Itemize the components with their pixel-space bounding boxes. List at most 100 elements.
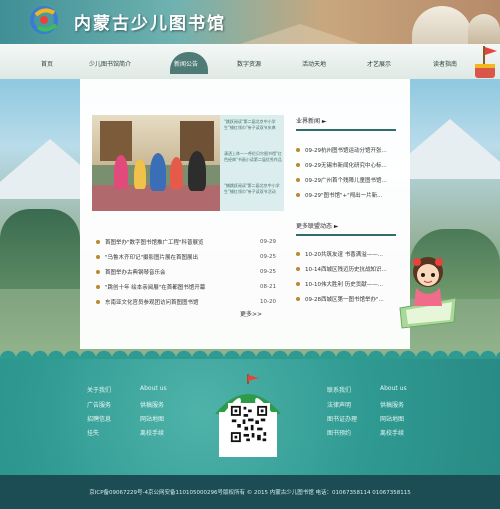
qr-code-icon[interactable] bbox=[228, 403, 270, 445]
bullet-icon bbox=[296, 281, 300, 286]
footer-link[interactable]: 离校手续 bbox=[380, 428, 404, 437]
report-item[interactable]: 09-28西城区第一图书馆举办"... bbox=[296, 291, 404, 306]
news-date: 09-29 bbox=[260, 238, 276, 245]
news-date: 09-25 bbox=[260, 253, 276, 260]
news-date: 08-21 bbox=[260, 283, 276, 290]
footer-link[interactable]: 关于我们 bbox=[87, 385, 111, 394]
industry-news-item[interactable]: 09-29杭州图书馆运动分馆开张... bbox=[296, 142, 404, 157]
footer-link[interactable]: 广告服务 bbox=[87, 400, 111, 409]
news-item[interactable]: 首图举办"数字图书馆推广工程"科普展览 09-29 bbox=[96, 234, 276, 249]
bullet-icon bbox=[96, 284, 100, 289]
flag-decoration-icon bbox=[475, 46, 497, 78]
site-title[interactable]: 内蒙古少儿图书馆 bbox=[74, 9, 226, 34]
photo-child bbox=[134, 159, 146, 189]
report-title-text[interactable]: 10-10伟大胜利 历史贡献——... bbox=[305, 280, 404, 288]
nav-item-home[interactable]: 首页 bbox=[41, 59, 53, 68]
mountain-decoration bbox=[240, 24, 360, 44]
report-title-text[interactable]: 09-28西城区第一图书馆举办"... bbox=[305, 295, 404, 303]
footer-link[interactable]: 供稿服务 bbox=[380, 400, 404, 409]
nav-item-about[interactable]: 少儿图书馆简介 bbox=[89, 59, 131, 68]
report-item[interactable]: 10-10伟大胜利 历史贡献——... bbox=[296, 276, 404, 291]
feature-caption[interactable]: 潇洒上阵——呼伦贝尔图书馆"红色经典"书画小读第二届优秀作品 bbox=[224, 151, 282, 163]
news-title[interactable]: "乌鲁木齐印记"摄影图片展在首图展出 bbox=[105, 253, 245, 261]
main-nav: 首页 少儿图书馆简介 新闻公告 数字资源 活动天地 才艺展示 读者指南 bbox=[0, 44, 500, 79]
nav-item-guide[interactable]: 读者指南 bbox=[433, 59, 457, 68]
industry-news-title-text[interactable]: 09-29广州首个残障儿童图书馆... bbox=[305, 176, 404, 184]
bullet-icon bbox=[96, 239, 100, 244]
library-logo-icon[interactable] bbox=[30, 5, 64, 35]
photo-adult bbox=[188, 151, 206, 191]
news-item[interactable]: 首图举办古典钢琴音乐会 09-25 bbox=[96, 264, 276, 279]
site-header: 内蒙古少儿图书馆 bbox=[0, 0, 500, 44]
more-reports-list: 10-20共筑友谊 书香满溢——... 10-14西城区残迈历史抗战知识... … bbox=[296, 246, 404, 306]
photo-child bbox=[114, 155, 128, 189]
forest-left bbox=[0, 209, 80, 289]
footer-link[interactable]: About us bbox=[140, 385, 167, 392]
bullet-icon bbox=[96, 269, 100, 274]
girl-reading-mascot-icon bbox=[399, 257, 457, 329]
photo-child bbox=[150, 153, 166, 191]
nav-item-news[interactable]: 新闻公告 bbox=[174, 59, 198, 68]
news-list: 首图举办"数字图书馆推广工程"科普展览 09-29 "乌鲁木齐印记"摄影图片展在… bbox=[96, 234, 276, 309]
yurt-decoration bbox=[412, 6, 472, 44]
main-content-panel: "跳跃阅读"第二届北京中小学生"捕红领巾"亲子读双节庆典 潇洒上阵——呼伦贝尔图… bbox=[80, 79, 410, 349]
footer-link[interactable]: 挂失 bbox=[87, 428, 99, 437]
industry-news-list: 09-29杭州图书馆运动分馆开张... 09-29无锡市新闻化研究中心标... … bbox=[296, 142, 404, 202]
footer-link[interactable]: 网站地图 bbox=[380, 414, 404, 423]
bullet-icon bbox=[296, 296, 300, 301]
footer-link[interactable]: 图书预约 bbox=[327, 428, 351, 437]
bullet-icon bbox=[296, 192, 300, 197]
feature-caption[interactable]: "捕跳跃阅读"第二届北京中小学生"捕红领巾"亲子读双节活动 bbox=[224, 183, 282, 195]
news-title[interactable]: 东南亚文化官员参观团访问首图图书馆 bbox=[105, 298, 245, 306]
copyright-bar: 京ICP备09067229号-4京公网安备110105000296号版权所有 ©… bbox=[0, 475, 500, 509]
nav-item-digital[interactable]: 数字资源 bbox=[237, 59, 261, 68]
industry-news-title-text[interactable]: 09-29杭州图书馆运动分馆开张... bbox=[305, 146, 404, 154]
news-title[interactable]: 首图举办"数字图书馆推广工程"科普展览 bbox=[105, 238, 245, 246]
footer-link[interactable]: 离校手续 bbox=[140, 428, 164, 437]
section-divider bbox=[296, 129, 396, 131]
news-item[interactable]: "乌鲁木齐印记"摄影图片展在首图展出 09-25 bbox=[96, 249, 276, 264]
industry-news-item[interactable]: 09-29广州首个残障儿童图书馆... bbox=[296, 172, 404, 187]
industry-news-item[interactable]: 09-29无锡市新闻化研究中心标... bbox=[296, 157, 404, 172]
more-news-link[interactable]: 更多>> bbox=[240, 309, 262, 318]
featured-photo[interactable] bbox=[92, 115, 220, 211]
more-reports-title[interactable]: 更多联盟动态 ► bbox=[296, 221, 339, 230]
bullet-icon bbox=[296, 177, 300, 182]
nav-item-activities[interactable]: 活动天地 bbox=[302, 59, 326, 68]
nav-item-talent[interactable]: 才艺展示 bbox=[367, 59, 391, 68]
news-item[interactable]: 东南亚文化官员参观团访问首图图书馆 10-20 bbox=[96, 294, 276, 309]
footer-link[interactable]: 供稿服务 bbox=[140, 400, 164, 409]
bullet-icon bbox=[296, 162, 300, 167]
news-title[interactable]: 首图举办古典钢琴音乐会 bbox=[105, 268, 245, 276]
report-title-text[interactable]: 10-20共筑友谊 书香满溢——... bbox=[305, 250, 404, 258]
report-title-text[interactable]: 10-14西城区残迈历史抗战知识... bbox=[305, 265, 404, 273]
news-item[interactable]: "跳创十年 绘本亲阅展"在首都图书馆开幕 08-21 bbox=[96, 279, 276, 294]
industry-news-title[interactable]: 业界新闻 ► bbox=[296, 116, 327, 125]
copyright-text: 京ICP备09067229号-4京公网安备110105000296号版权所有 ©… bbox=[89, 490, 411, 496]
industry-news-item[interactable]: 09-29"图书馆"+"闯出一片新... bbox=[296, 187, 404, 202]
report-item[interactable]: 10-20共筑友谊 书香满溢——... bbox=[296, 246, 404, 261]
footer-link[interactable]: 法律声明 bbox=[327, 400, 351, 409]
photo-shelf bbox=[100, 121, 132, 161]
footer-link[interactable]: About us bbox=[380, 385, 407, 392]
industry-news-title-text[interactable]: 09-29无锡市新闻化研究中心标... bbox=[305, 161, 404, 169]
industry-news-title-text[interactable]: 09-29"图书馆"+"闯出一片新... bbox=[305, 191, 404, 199]
footer-link[interactable]: 联系我们 bbox=[327, 385, 351, 394]
feature-captions: "跳跃阅读"第二届北京中小学生"捕红领巾"亲子读双节庆典 潇洒上阵——呼伦贝尔图… bbox=[220, 115, 284, 211]
footer-link[interactable]: 图书证办理 bbox=[327, 414, 357, 423]
footer-link[interactable]: 招聘信息 bbox=[87, 414, 111, 423]
bullet-icon bbox=[96, 254, 100, 259]
yurt-small-decoration bbox=[468, 14, 500, 44]
news-title[interactable]: "跳创十年 绘本亲阅展"在首都图书馆开幕 bbox=[105, 283, 245, 291]
photo-child bbox=[170, 157, 183, 189]
report-item[interactable]: 10-14西城区残迈历史抗战知识... bbox=[296, 261, 404, 276]
footer-link[interactable]: 网站地图 bbox=[140, 414, 164, 423]
section-divider bbox=[296, 234, 396, 236]
feature-caption[interactable]: "跳跃阅读"第二届北京中小学生"捕红领巾"亲子读双节庆典 bbox=[224, 119, 282, 131]
bullet-icon bbox=[296, 251, 300, 256]
footer-wave-border bbox=[0, 349, 500, 359]
bullet-icon bbox=[296, 266, 300, 271]
bullet-icon bbox=[296, 147, 300, 152]
news-date: 10-20 bbox=[260, 298, 276, 305]
news-date: 09-25 bbox=[260, 268, 276, 275]
